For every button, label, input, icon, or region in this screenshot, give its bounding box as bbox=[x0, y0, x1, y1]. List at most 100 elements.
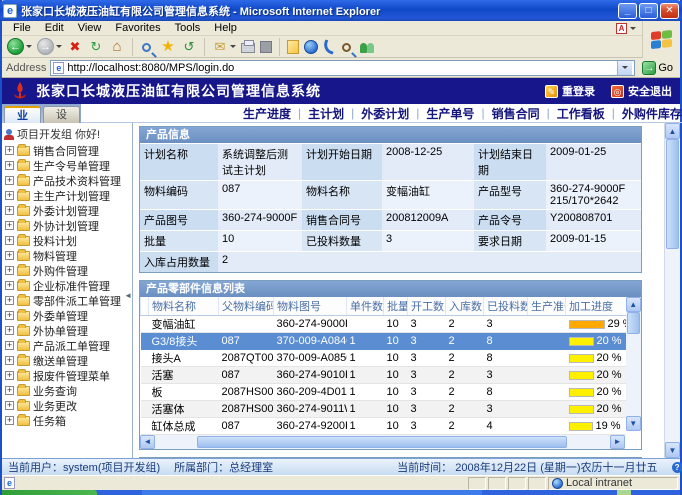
expand-icon[interactable]: + bbox=[5, 176, 14, 185]
tree-item[interactable]: + 生产令号单管理 bbox=[2, 158, 132, 173]
sidebar-collapse-handle[interactable]: ◄ bbox=[124, 291, 132, 300]
scroll-up-icon[interactable]: ▲ bbox=[626, 297, 642, 312]
tree-item[interactable]: + 产品派工单管理 bbox=[2, 338, 132, 353]
expand-icon[interactable]: + bbox=[5, 356, 14, 365]
column-header[interactable]: 入库数 bbox=[446, 297, 484, 316]
column-header[interactable]: 加工进度 bbox=[566, 297, 626, 316]
scroll-right-icon[interactable]: ► bbox=[610, 435, 625, 449]
expand-icon[interactable]: + bbox=[5, 191, 14, 200]
expand-icon[interactable]: + bbox=[5, 146, 14, 155]
column-header[interactable]: 物料图号 bbox=[274, 297, 347, 316]
expand-icon[interactable]: + bbox=[5, 416, 14, 425]
nav-item-3[interactable]: 生产单号 bbox=[424, 105, 476, 122]
scroll-thumb[interactable] bbox=[197, 436, 567, 448]
go-button[interactable]: → Go bbox=[639, 61, 676, 75]
menu-item-favorites[interactable]: Favorites bbox=[108, 22, 167, 34]
tree-item[interactable]: + 主生产计划管理 bbox=[2, 188, 132, 203]
tree-item[interactable]: + 外协单管理 bbox=[2, 323, 132, 338]
table-row[interactable]: 活塞087360-274-9010F11032320 % bbox=[141, 367, 626, 384]
taskbar-button[interactable] bbox=[142, 490, 482, 495]
tree-item[interactable]: + 任务箱 bbox=[2, 413, 132, 428]
expand-icon[interactable]: + bbox=[5, 326, 14, 335]
expand-icon[interactable]: + bbox=[5, 341, 14, 350]
forward-button[interactable]: → bbox=[36, 37, 63, 57]
tree-item[interactable]: + 产品技术资料管理 bbox=[2, 173, 132, 188]
show-help-link[interactable]: ? 显示帮助 bbox=[672, 459, 682, 475]
tree-item[interactable]: + 外协计划管理 bbox=[2, 218, 132, 233]
expand-icon[interactable]: + bbox=[5, 206, 14, 215]
expand-icon[interactable]: + bbox=[5, 296, 14, 305]
scroll-thumb[interactable] bbox=[666, 139, 679, 249]
address-input[interactable]: e http://localhost:8080/MPS/login.do bbox=[50, 60, 635, 76]
home-button[interactable]: ⌂ bbox=[108, 37, 126, 57]
expand-icon[interactable]: + bbox=[5, 251, 14, 260]
expand-icon[interactable]: + bbox=[5, 221, 14, 230]
start-button[interactable] bbox=[2, 490, 97, 495]
tree-item[interactable]: + 企业标准件管理 bbox=[2, 278, 132, 293]
table-row[interactable]: 活塞体2087HS002360-274-9011W11032320 % bbox=[141, 401, 626, 418]
column-header[interactable]: 单件数量 bbox=[347, 297, 384, 316]
expand-icon[interactable]: + bbox=[5, 281, 14, 290]
parts-vertical-scrollbar[interactable]: ▲ ▼ bbox=[626, 297, 642, 431]
menu-item-edit[interactable]: Edit bbox=[38, 22, 71, 34]
nav-item-2[interactable]: 外委计划 bbox=[359, 105, 411, 122]
minimize-button[interactable]: _ bbox=[618, 3, 637, 19]
expand-icon[interactable]: + bbox=[5, 161, 14, 170]
column-header[interactable]: 开工数 bbox=[408, 297, 446, 316]
tab-business[interactable]: 业务 bbox=[4, 106, 41, 123]
tree-item[interactable]: + 业务查询 bbox=[2, 383, 132, 398]
back-button[interactable]: ← bbox=[6, 37, 33, 57]
page-vertical-scrollbar[interactable]: ▲ ▼ bbox=[664, 123, 680, 458]
nav-item-1[interactable]: 主计划 bbox=[306, 105, 346, 122]
research-button[interactable] bbox=[339, 37, 356, 57]
tree-item[interactable]: + 外委计划管理 bbox=[2, 203, 132, 218]
expand-icon[interactable]: + bbox=[5, 386, 14, 395]
refresh-button[interactable]: ↻ bbox=[87, 37, 105, 57]
tree-item[interactable]: + 物料管理 bbox=[2, 248, 132, 263]
logout-button[interactable]: ◎ 安全退出 bbox=[611, 83, 672, 99]
nav-item-4[interactable]: 销售合同 bbox=[490, 105, 542, 122]
column-header[interactable]: 生产准备 bbox=[528, 297, 566, 316]
table-row[interactable]: 板2087HS002360-209-4D01011032820 % bbox=[141, 384, 626, 401]
expand-icon[interactable]: + bbox=[5, 401, 14, 410]
stop-button[interactable]: ✖ bbox=[66, 37, 84, 57]
menu-item-tools[interactable]: Tools bbox=[168, 22, 208, 34]
tool-button[interactable] bbox=[322, 37, 336, 57]
history-button[interactable]: ↺ bbox=[180, 37, 198, 57]
tree-item[interactable]: + 外购件管理 bbox=[2, 263, 132, 278]
nav-item-0[interactable]: 生产进度 bbox=[241, 105, 293, 122]
maximize-button[interactable]: □ bbox=[639, 3, 658, 19]
edit-button[interactable] bbox=[259, 37, 273, 57]
scroll-up-icon[interactable]: ▲ bbox=[665, 123, 680, 139]
tab-settings[interactable]: 设置 bbox=[43, 106, 80, 123]
column-header[interactable]: 已投料数 bbox=[484, 297, 528, 316]
print-button[interactable] bbox=[240, 37, 256, 57]
tree-item[interactable]: + 外委单管理 bbox=[2, 308, 132, 323]
scroll-down-icon[interactable]: ▼ bbox=[626, 416, 642, 431]
table-row[interactable]: 变幅油缸360-274-9000F1032329 % bbox=[141, 316, 626, 333]
nav-item-5[interactable]: 工作看板 bbox=[555, 105, 607, 122]
column-header[interactable]: 父物料编码 bbox=[219, 297, 274, 316]
close-button[interactable]: ✕ bbox=[660, 3, 679, 19]
column-header[interactable]: 批量 bbox=[384, 297, 408, 316]
table-row[interactable]: 缸体总成087360-274-9200F11032419 % bbox=[141, 418, 626, 435]
mail-button[interactable]: ✉ bbox=[211, 37, 237, 57]
tree-item[interactable]: + 缴送单管理 bbox=[2, 353, 132, 368]
expand-icon[interactable]: + bbox=[5, 371, 14, 380]
tree-item[interactable]: + 销售合同管理 bbox=[2, 143, 132, 158]
pdf-toolbar-button[interactable]: A bbox=[616, 23, 636, 34]
parts-horizontal-scrollbar[interactable]: ◄ ► bbox=[140, 435, 625, 449]
address-dropdown-button[interactable] bbox=[617, 61, 632, 75]
favorites-button[interactable]: ★ bbox=[159, 37, 177, 57]
menu-item-view[interactable]: View bbox=[71, 22, 109, 34]
windows-taskbar[interactable] bbox=[2, 490, 680, 495]
column-header[interactable]: 物料名称 bbox=[149, 297, 219, 316]
scroll-down-icon[interactable]: ▼ bbox=[665, 442, 680, 458]
relogin-button[interactable]: ✎ 重登录 bbox=[545, 83, 595, 99]
browser-globe-button[interactable] bbox=[303, 37, 319, 57]
scroll-thumb[interactable] bbox=[627, 312, 641, 334]
expand-icon[interactable]: + bbox=[5, 311, 14, 320]
scroll-left-icon[interactable]: ◄ bbox=[140, 435, 155, 449]
menu-item-help[interactable]: Help bbox=[207, 22, 244, 34]
tree-item[interactable]: + 投料计划 bbox=[2, 233, 132, 248]
